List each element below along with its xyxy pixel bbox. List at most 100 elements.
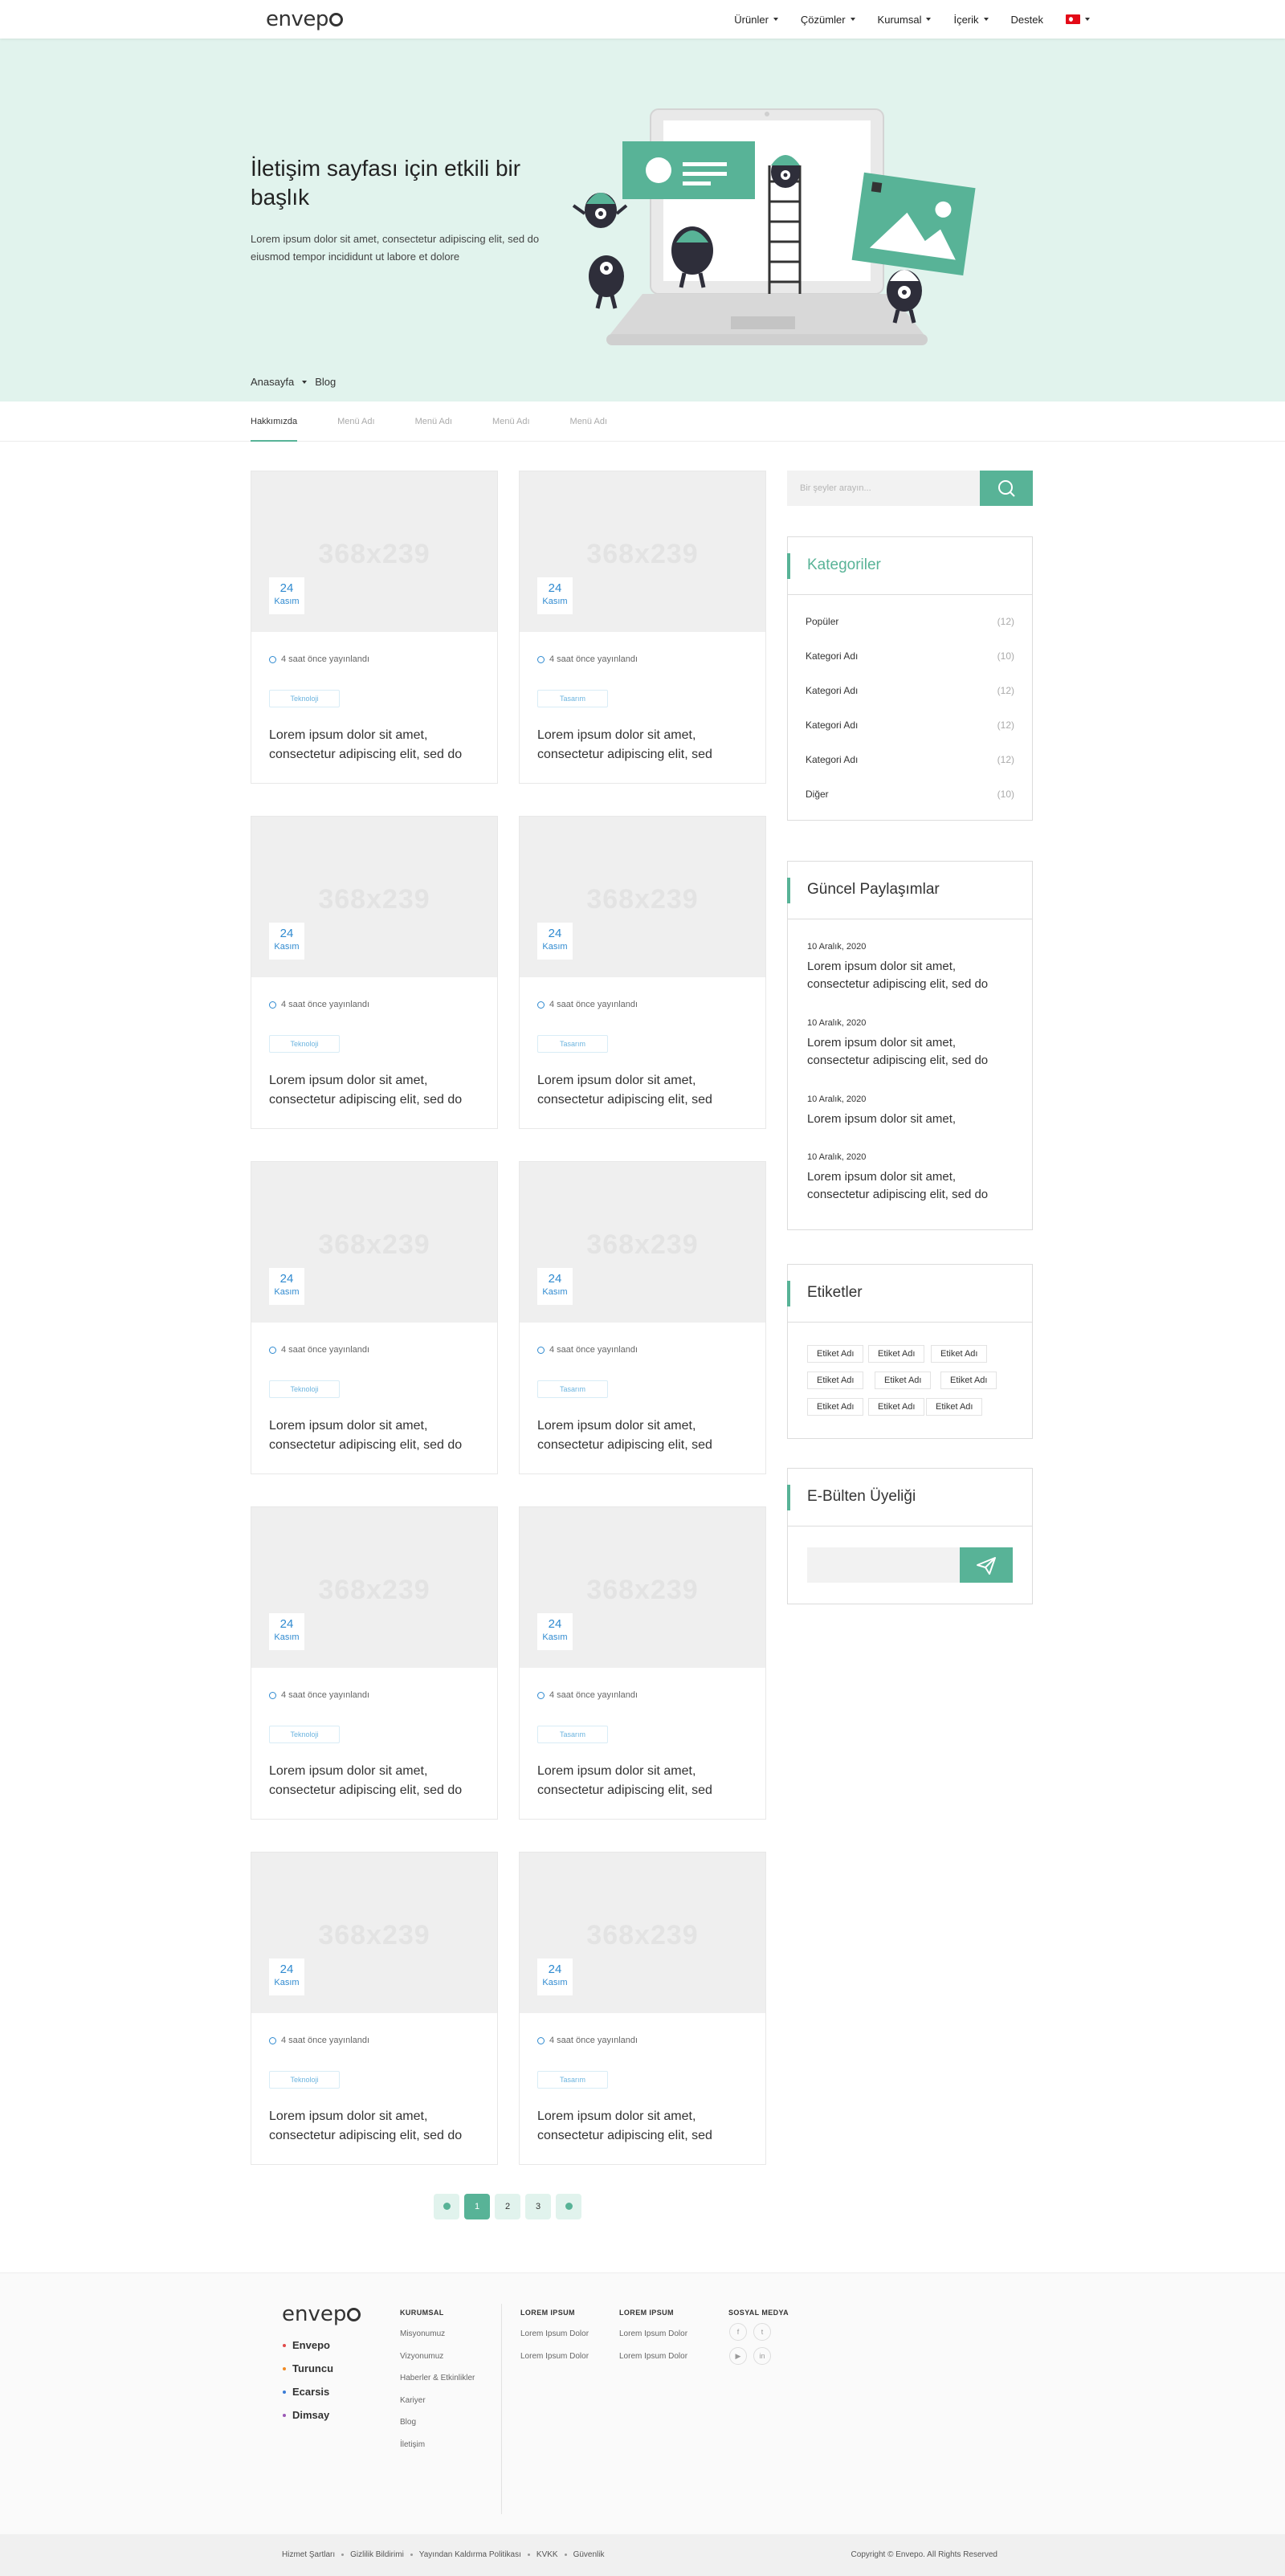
footer-link[interactable]: Blog — [400, 2418, 416, 2427]
card-image-placeholder[interactable]: 368x239 24 Kasım — [251, 1853, 497, 2013]
tag-chip[interactable]: Etiket Adı — [807, 1398, 864, 1416]
newsletter-email-input[interactable] — [807, 1547, 960, 1583]
card-image-placeholder[interactable]: 368x239 24 Kasım — [520, 1507, 765, 1668]
blog-card[interactable]: 368x239 24 Kasım 4 saat önce yayınlandı Tekn… — [251, 1852, 498, 2165]
tag-chip[interactable]: Etiket Adı — [868, 1345, 925, 1363]
card-tag[interactable]: Teknoloji — [269, 2071, 340, 2089]
search-button[interactable] — [980, 471, 1033, 506]
footer-brand-ecarsis[interactable]: Ecarsis — [283, 2386, 329, 2398]
footer-link[interactable]: Haberler & Etkinlikler — [400, 2374, 475, 2382]
footer-link[interactable]: Lorem Ipsum Dolor — [619, 2329, 687, 2338]
card-title[interactable]: Lorem ipsum dolor sit amet, consectetur … — [269, 726, 486, 764]
tag-chip[interactable]: Etiket Adı — [807, 1372, 864, 1389]
search-input[interactable] — [787, 471, 980, 506]
category-item[interactable]: Kategori Adı (12) — [806, 685, 1014, 696]
blog-card[interactable]: 368x239 24 Kasım 4 saat önce yayınlandı Tekn… — [251, 1161, 498, 1474]
pagination-page-2[interactable]: 2 — [495, 2194, 520, 2219]
card-image-placeholder[interactable]: 368x239 24 Kasım — [520, 471, 765, 632]
card-tag[interactable]: Tasarım — [537, 690, 608, 707]
footer-link[interactable]: Kariyer — [400, 2396, 426, 2405]
category-item[interactable]: Kategori Adı (12) — [806, 719, 1014, 731]
tab-hakkimizda[interactable]: Hakkımızda — [251, 401, 298, 442]
card-tag[interactable]: Teknoloji — [269, 1726, 340, 1743]
footer-brand-envepo[interactable]: Envepo — [283, 2339, 330, 2351]
tag-chip[interactable]: Etiket Adı — [931, 1345, 988, 1363]
pagination-next[interactable] — [556, 2194, 581, 2219]
category-item[interactable]: Kategori Adı (12) — [806, 754, 1014, 765]
pagination-prev[interactable] — [434, 2194, 459, 2219]
card-tag[interactable]: Tasarım — [537, 2071, 608, 2089]
blog-card[interactable]: 368x239 24 Kasım 4 saat önce yayınlandı Tekn… — [251, 1506, 498, 1820]
tag-chip[interactable]: Etiket Adı — [926, 1398, 983, 1416]
footer-brand-dimsay[interactable]: Dimsay — [283, 2409, 329, 2421]
tab-menu-2[interactable]: Menü Adı — [415, 401, 452, 442]
youtube-icon[interactable]: ▶ — [729, 2347, 747, 2365]
card-title[interactable]: Lorem ipsum dolor sit amet, consectetur … — [269, 2107, 486, 2146]
nav-item-urunler[interactable]: Ürünler — [734, 14, 778, 26]
site-logo[interactable]: envep — [266, 7, 343, 31]
card-title[interactable]: Lorem ipsum dolor sit amet, consectetur … — [537, 1762, 754, 1800]
card-tag[interactable]: Teknoloji — [269, 690, 340, 707]
card-image-placeholder[interactable]: 368x239 24 Kasım — [251, 817, 497, 977]
recent-post-title[interactable]: Lorem ipsum dolor sit amet, consectetur … — [807, 1034, 1018, 1070]
nav-item-icerik[interactable]: İçerik — [953, 14, 989, 26]
card-image-placeholder[interactable]: 368x239 24 Kasım — [520, 1162, 765, 1323]
card-title[interactable]: Lorem ipsum dolor sit amet, consectetur … — [537, 1416, 754, 1455]
blog-card[interactable]: 368x239 24 Kasım 4 saat önce yayınlandı Tasa… — [519, 471, 766, 784]
legal-link[interactable]: Yayından Kaldırma Politikası — [419, 2550, 521, 2559]
card-title[interactable]: Lorem ipsum dolor sit amet, consectetur … — [269, 1416, 486, 1455]
pagination-page-3[interactable]: 3 — [525, 2194, 551, 2219]
card-image-placeholder[interactable]: 368x239 24 Kasım — [520, 817, 765, 977]
legal-link[interactable]: KVKK — [536, 2550, 558, 2559]
tab-menu-1[interactable]: Menü Adı — [337, 401, 374, 442]
blog-card[interactable]: 368x239 24 Kasım 4 saat önce yayınlandı Tasa… — [519, 1161, 766, 1474]
card-tag[interactable]: Teknoloji — [269, 1380, 340, 1398]
breadcrumb-home[interactable]: Anasayfa — [251, 376, 294, 388]
linkedin-icon[interactable]: in — [753, 2347, 771, 2365]
tag-chip[interactable]: Etiket Adı — [940, 1372, 997, 1389]
recent-post-title[interactable]: Lorem ipsum dolor sit amet, consectetur … — [807, 1168, 1018, 1204]
footer-logo[interactable]: envep — [282, 2302, 361, 2326]
tag-chip[interactable]: Etiket Adı — [875, 1372, 932, 1389]
footer-link[interactable]: İletişim — [400, 2440, 425, 2449]
category-item[interactable]: Diğer (10) — [806, 789, 1014, 800]
footer-link[interactable]: Lorem Ipsum Dolor — [520, 2329, 589, 2338]
blog-card[interactable]: 368x239 24 Kasım 4 saat önce yayınlandı Tasa… — [519, 1506, 766, 1820]
card-title[interactable]: Lorem ipsum dolor sit amet, consectetur … — [269, 1762, 486, 1800]
card-tag[interactable]: Tasarım — [537, 1726, 608, 1743]
recent-post-title[interactable]: Lorem ipsum dolor sit amet, — [807, 1111, 1018, 1146]
nav-item-cozumler[interactable]: Çözümler — [801, 14, 855, 26]
footer-link[interactable]: Misyonumuz — [400, 2329, 445, 2338]
pagination-page-1[interactable]: 1 — [464, 2194, 490, 2219]
tag-chip[interactable]: Etiket Adı — [807, 1345, 864, 1363]
blog-card[interactable]: 368x239 24 Kasım 4 saat önce yayınlandı Tekn… — [251, 471, 498, 784]
footer-link[interactable]: Lorem Ipsum Dolor — [520, 2352, 589, 2361]
card-image-placeholder[interactable]: 368x239 24 Kasım — [251, 1507, 497, 1668]
tag-chip[interactable]: Etiket Adı — [868, 1398, 925, 1416]
facebook-icon[interactable]: f — [729, 2323, 747, 2341]
language-selector[interactable] — [1066, 14, 1090, 24]
card-image-placeholder[interactable]: 368x239 24 Kasım — [520, 1853, 765, 2013]
recent-post-title[interactable]: Lorem ipsum dolor sit amet, consectetur … — [807, 958, 1018, 993]
tab-menu-4[interactable]: Menü Adı — [570, 401, 607, 442]
footer-brand-turuncu[interactable]: Turuncu — [283, 2362, 333, 2374]
category-item[interactable]: Popüler (12) — [806, 616, 1014, 627]
blog-card[interactable]: 368x239 24 Kasım 4 saat önce yayınlandı Tekn… — [251, 816, 498, 1129]
breadcrumb-current[interactable]: Blog — [315, 376, 336, 388]
card-title[interactable]: Lorem ipsum dolor sit amet, consectetur … — [537, 2107, 754, 2146]
card-image-placeholder[interactable]: 368x239 24 Kasım — [251, 1162, 497, 1323]
card-image-placeholder[interactable]: 368x239 24 Kasım — [251, 471, 497, 632]
nav-item-kurumsal[interactable]: Kurumsal — [878, 14, 932, 26]
card-tag[interactable]: Teknoloji — [269, 1035, 340, 1053]
card-title[interactable]: Lorem ipsum dolor sit amet, consectetur … — [537, 1071, 754, 1110]
tab-menu-3[interactable]: Menü Adı — [492, 401, 529, 442]
category-item[interactable]: Kategori Adı (10) — [806, 650, 1014, 662]
legal-link[interactable]: Gizlilik Bildirimi — [350, 2550, 404, 2559]
card-tag[interactable]: Tasarım — [537, 1035, 608, 1053]
card-title[interactable]: Lorem ipsum dolor sit amet, consectetur … — [537, 726, 754, 764]
blog-card[interactable]: 368x239 24 Kasım 4 saat önce yayınlandı Tasa… — [519, 1852, 766, 2165]
footer-link[interactable]: Vizyonumuz — [400, 2352, 443, 2361]
twitter-icon[interactable]: t — [753, 2323, 771, 2341]
footer-link[interactable]: Lorem Ipsum Dolor — [619, 2352, 687, 2361]
nav-item-destek[interactable]: Destek — [1011, 14, 1043, 26]
